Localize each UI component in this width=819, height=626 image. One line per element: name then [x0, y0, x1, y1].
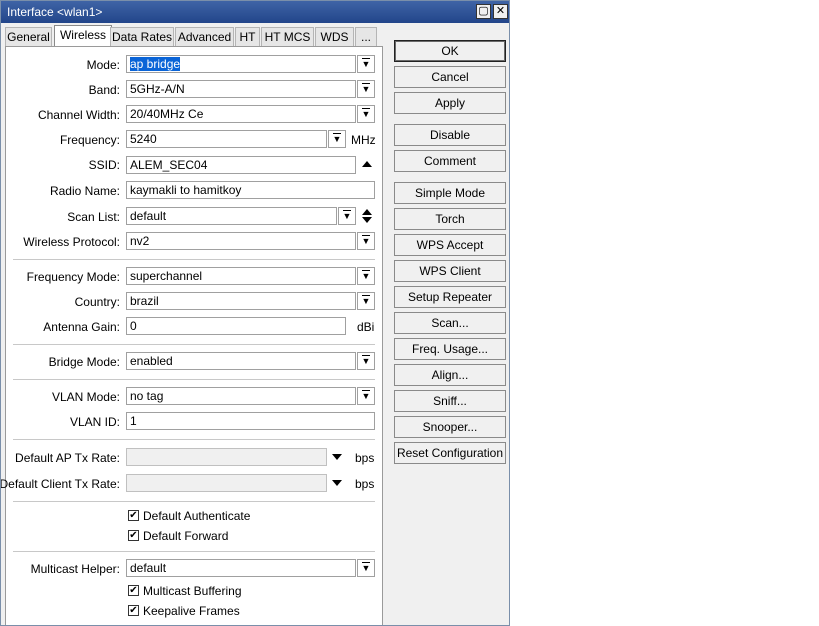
ssid-field[interactable]: ALEM_SEC04: [126, 156, 356, 174]
keepalive-frames-checkbox[interactable]: ✔: [128, 605, 139, 616]
maximize-icon[interactable]: ▢: [476, 4, 491, 19]
channel-width-field[interactable]: 20/40MHz Ce: [126, 105, 356, 123]
bridge-mode-dropdown-icon[interactable]: ▼: [357, 352, 375, 370]
band-label: Band:: [88, 83, 120, 97]
vlan-id-field[interactable]: 1: [126, 412, 375, 430]
default-ap-tx-rate-field[interactable]: [126, 448, 327, 466]
mode-label: Mode:: [86, 58, 120, 72]
scan-list-dropdown-icon[interactable]: ▼: [338, 207, 356, 225]
multicast-helper-field[interactable]: default: [126, 559, 356, 577]
sniff-button[interactable]: Sniff...: [394, 390, 506, 412]
ok-button[interactable]: OK: [394, 40, 506, 62]
frequency-field[interactable]: 5240: [126, 130, 327, 148]
tab-ht-mcs[interactable]: HT MCS: [261, 27, 314, 47]
section-divider: [13, 501, 375, 502]
section-divider: [13, 439, 375, 440]
default-forward-label: Default Forward: [143, 529, 229, 543]
radio-name-label: Radio Name:: [49, 184, 120, 198]
default-ap-tx-rate-dropdown-icon[interactable]: [332, 454, 342, 460]
align-button[interactable]: Align...: [394, 364, 506, 386]
tab-data-rates[interactable]: Data Rates: [110, 27, 174, 47]
channel-width-label: Channel Width:: [37, 108, 120, 122]
ssid-label: SSID:: [88, 158, 120, 172]
default-ap-tx-rate-unit: bps: [355, 451, 375, 465]
mode-dropdown-icon[interactable]: ▼: [357, 55, 375, 73]
section-divider: [13, 379, 375, 380]
band-dropdown-icon[interactable]: ▼: [357, 80, 375, 98]
default-authenticate-label: Default Authenticate: [143, 509, 251, 523]
interface-window: Interface <wlan1> ▢ ✕ General Wireless D…: [0, 0, 510, 626]
frequency-dropdown-icon[interactable]: ▼: [328, 130, 346, 148]
setup-repeater-button[interactable]: Setup Repeater: [394, 286, 506, 308]
multicast-buffering-label: Multicast Buffering: [143, 584, 242, 598]
wireless-protocol-field[interactable]: nv2: [126, 232, 356, 250]
torch-button[interactable]: Torch: [394, 208, 506, 230]
frequency-mode-dropdown-icon[interactable]: ▼: [357, 267, 375, 285]
default-client-tx-rate-dropdown-icon[interactable]: [332, 480, 342, 486]
frequency-mode-label: Frequency Mode:: [26, 270, 120, 284]
default-ap-tx-rate-label: Default AP Tx Rate:: [15, 451, 120, 465]
simple-mode-button[interactable]: Simple Mode: [394, 182, 506, 204]
window-title: Interface <wlan1>: [7, 5, 103, 19]
disable-button[interactable]: Disable: [394, 124, 506, 146]
antenna-gain-label: Antenna Gain:: [43, 320, 120, 334]
default-client-tx-rate-label: Default Client Tx Rate:: [0, 477, 120, 491]
bridge-mode-label: Bridge Mode:: [48, 355, 120, 369]
section-divider: [13, 551, 375, 552]
scan-list-label: Scan List:: [67, 210, 120, 224]
multicast-helper-dropdown-icon[interactable]: ▼: [357, 559, 375, 577]
scan-list-remove-arrow-icon[interactable]: [362, 217, 372, 223]
tab-wds[interactable]: WDS: [315, 27, 354, 47]
scan-list-add-arrow-icon[interactable]: [362, 209, 372, 215]
title-bar[interactable]: Interface <wlan1> ▢ ✕: [1, 1, 509, 23]
wps-client-button[interactable]: WPS Client: [394, 260, 506, 282]
antenna-gain-unit: dBi: [357, 320, 375, 334]
tab-advanced[interactable]: Advanced: [175, 27, 234, 47]
tab-wireless[interactable]: Wireless: [54, 25, 112, 48]
country-field[interactable]: brazil: [126, 292, 356, 310]
radio-name-field[interactable]: kaymakli to hamitkoy: [126, 181, 375, 199]
frequency-label: Frequency:: [59, 133, 120, 147]
wireless-protocol-label: Wireless Protocol:: [23, 235, 120, 249]
wireless-protocol-dropdown-icon[interactable]: ▼: [357, 232, 375, 250]
band-field[interactable]: 5GHz-A/N: [126, 80, 356, 98]
cancel-button[interactable]: Cancel: [394, 66, 506, 88]
default-forward-checkbox[interactable]: ✔: [128, 530, 139, 541]
vlan-mode-label: VLAN Mode:: [51, 390, 120, 404]
default-client-tx-rate-field[interactable]: [126, 474, 327, 492]
bridge-mode-field[interactable]: enabled: [126, 352, 356, 370]
channel-width-dropdown-icon[interactable]: ▼: [357, 105, 375, 123]
keepalive-frames-label: Keepalive Frames: [143, 604, 240, 618]
comment-button[interactable]: Comment: [394, 150, 506, 172]
snooper-button[interactable]: Snooper...: [394, 416, 506, 438]
vlan-mode-dropdown-icon[interactable]: ▼: [357, 387, 375, 405]
section-divider: [13, 259, 375, 260]
tab-ht[interactable]: HT: [235, 27, 260, 47]
multicast-buffering-checkbox[interactable]: ✔: [128, 585, 139, 596]
frequency-unit: MHz: [351, 133, 376, 147]
frequency-mode-field[interactable]: superchannel: [126, 267, 356, 285]
mode-field[interactable]: ap bridge: [126, 55, 356, 73]
vlan-mode-field[interactable]: no tag: [126, 387, 356, 405]
vlan-id-label: VLAN ID:: [69, 415, 120, 429]
scan-button[interactable]: Scan...: [394, 312, 506, 334]
scan-list-field[interactable]: default: [126, 207, 337, 225]
country-label: Country:: [74, 295, 120, 309]
collapse-arrow-icon[interactable]: [362, 161, 372, 167]
multicast-helper-label: Multicast Helper:: [30, 562, 120, 576]
default-client-tx-rate-unit: bps: [355, 477, 375, 491]
reset-configuration-button[interactable]: Reset Configuration: [394, 442, 506, 464]
antenna-gain-field[interactable]: 0: [126, 317, 346, 335]
default-authenticate-checkbox[interactable]: ✔: [128, 510, 139, 521]
close-icon[interactable]: ✕: [493, 4, 508, 19]
section-divider: [13, 344, 375, 345]
mode-value: ap bridge: [130, 57, 181, 71]
apply-button[interactable]: Apply: [394, 92, 506, 114]
wps-accept-button[interactable]: WPS Accept: [394, 234, 506, 256]
tab-general[interactable]: General: [5, 27, 52, 47]
country-dropdown-icon[interactable]: ▼: [357, 292, 375, 310]
tab-more[interactable]: ...: [355, 27, 377, 47]
freq-usage-button[interactable]: Freq. Usage...: [394, 338, 506, 360]
